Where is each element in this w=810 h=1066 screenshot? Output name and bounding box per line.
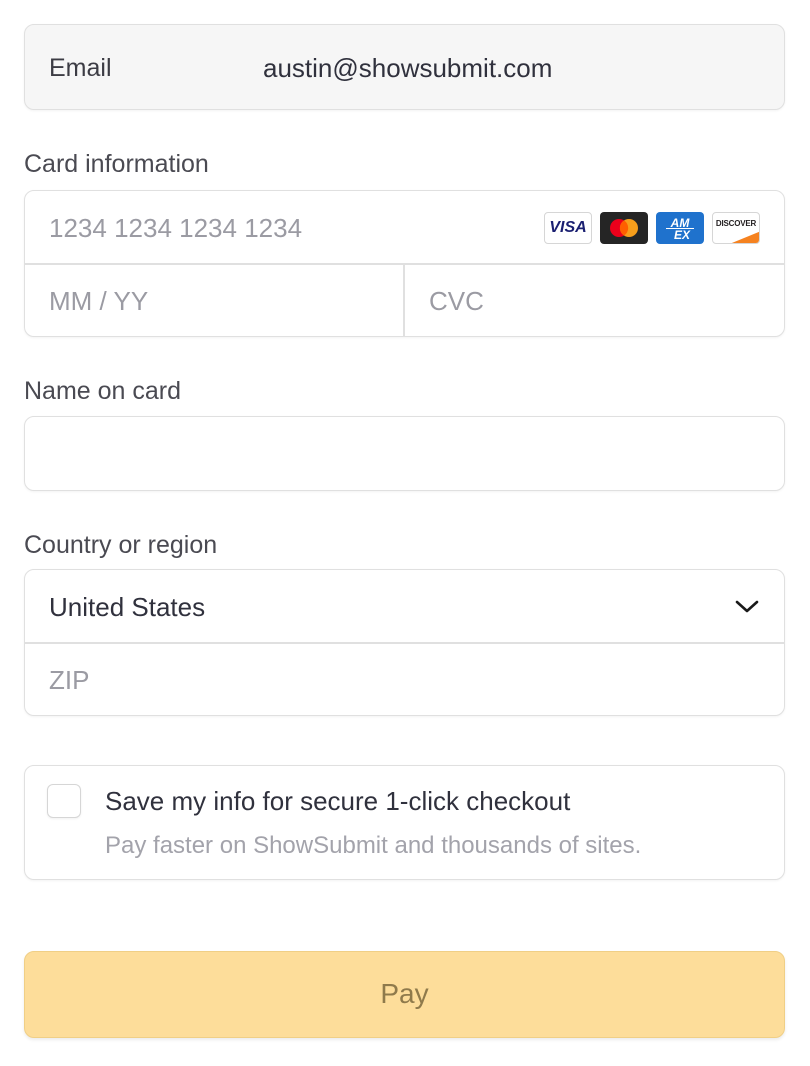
email-value: austin@showsubmit.com bbox=[263, 53, 553, 83]
card-information-group: 1234 1234 1234 1234 VISA AM EX DISCOVER … bbox=[24, 190, 785, 337]
save-info-title: Save my info for secure 1-click checkout bbox=[105, 786, 571, 816]
expiry-placeholder: MM / YY bbox=[49, 286, 149, 316]
pay-button[interactable]: Pay bbox=[24, 951, 785, 1038]
chevron-down-icon bbox=[734, 596, 760, 616]
cvc-placeholder: CVC bbox=[429, 286, 484, 316]
save-info-subtitle: Pay faster on ShowSubmit and thousands o… bbox=[105, 832, 642, 859]
country-selected-value: United States bbox=[49, 592, 206, 622]
country-group: United States ZIP bbox=[24, 569, 785, 716]
amex-logo-icon: AM EX bbox=[656, 212, 704, 244]
card-number-placeholder: 1234 1234 1234 1234 bbox=[49, 213, 303, 243]
expiry-input[interactable]: MM / YY bbox=[25, 264, 403, 336]
name-on-card-label: Name on card bbox=[24, 377, 182, 405]
card-information-label: Card information bbox=[24, 150, 209, 178]
save-info-checkbox[interactable] bbox=[47, 784, 81, 818]
zip-input[interactable]: ZIP bbox=[25, 643, 784, 715]
email-field: Email austin@showsubmit.com bbox=[24, 24, 785, 110]
visa-logo-text: VISA bbox=[549, 219, 587, 236]
country-select[interactable]: United States bbox=[25, 570, 784, 642]
cvc-input[interactable]: CVC bbox=[405, 264, 784, 336]
email-label: Email bbox=[49, 54, 112, 82]
card-brands: VISA AM EX DISCOVER bbox=[544, 212, 760, 244]
mastercard-logo-icon bbox=[600, 212, 648, 244]
visa-logo-icon: VISA bbox=[544, 212, 592, 244]
discover-logo-icon: DISCOVER bbox=[712, 212, 760, 244]
country-label: Country or region bbox=[24, 531, 218, 559]
save-info-panel: Save my info for secure 1-click checkout… bbox=[24, 765, 785, 880]
card-number-input[interactable]: 1234 1234 1234 1234 VISA AM EX DISCOVER bbox=[25, 191, 784, 263]
svg-text:EX: EX bbox=[674, 228, 691, 242]
zip-placeholder: ZIP bbox=[49, 665, 90, 695]
name-on-card-input[interactable] bbox=[24, 416, 785, 491]
